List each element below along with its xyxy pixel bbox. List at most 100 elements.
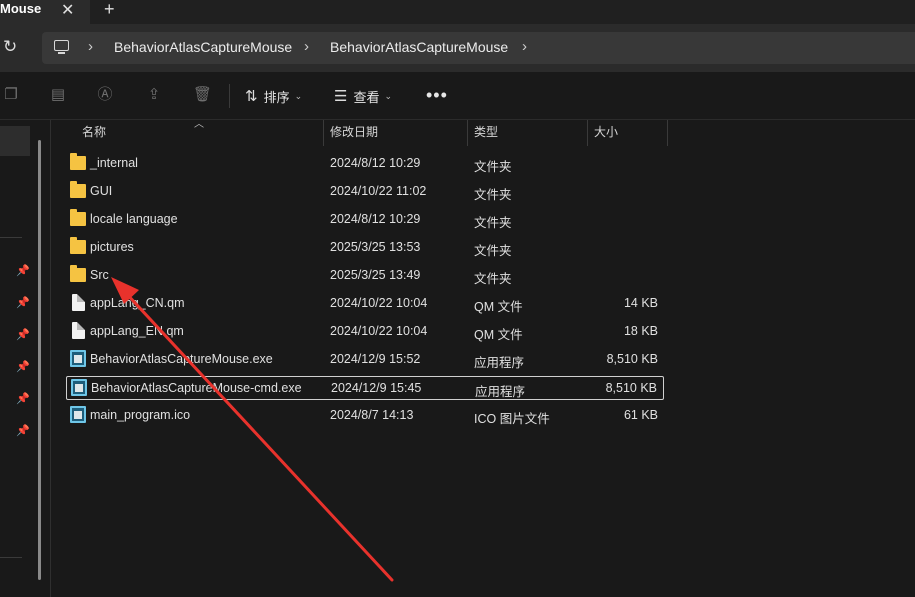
folder-icon [70, 265, 86, 282]
breadcrumb-chevron-icon[interactable]: › [304, 38, 309, 55]
file-name: BehaviorAtlasCaptureMouse.exe [90, 352, 273, 366]
table-row[interactable]: BehaviorAtlasCaptureMouse.exe 2024/12/9 1… [66, 348, 664, 372]
file-name: _internal [90, 156, 138, 170]
folder-icon [70, 237, 86, 254]
file-size: 61 KB [623, 408, 658, 422]
copy-icon[interactable]: ❐ [2, 86, 20, 104]
pin-icon[interactable]: 📌 [16, 264, 30, 277]
column-divider[interactable] [667, 120, 668, 146]
file-size: 8,510 KB [606, 352, 658, 366]
file-modified: 2024/10/22 11:02 [330, 184, 427, 198]
breadcrumb-chevron-icon[interactable]: › [522, 38, 527, 55]
address-row: ↻ › BehaviorAtlasCaptureMouse › Behavior… [0, 24, 915, 72]
table-row[interactable]: appLang_CN.qm 2024/10/22 10:04 QM 文件 14 KB [66, 292, 664, 316]
column-divider[interactable] [467, 120, 468, 146]
table-row[interactable]: Src 2025/3/25 13:49 文件夹 [66, 264, 664, 288]
sort-icon: ⇅ [245, 88, 258, 105]
sort-label: 排序 [263, 89, 290, 105]
column-divider[interactable] [323, 120, 324, 146]
file-type: 应用程序 [474, 356, 525, 370]
table-row[interactable]: pictures 2025/3/25 13:53 文件夹 [66, 236, 664, 260]
file-name: appLang_CN.qm [90, 296, 185, 310]
column-header-name[interactable]: 名称 [82, 120, 106, 146]
view-button[interactable]: ☰ 查看 ⌄ [334, 86, 392, 106]
table-row[interactable]: main_program.ico 2024/8/7 14:13 ICO 图片文件 61… [66, 404, 664, 428]
file-type: 文件夹 [474, 272, 512, 286]
this-pc-icon[interactable] [54, 40, 69, 54]
file-name: pictures [90, 240, 134, 254]
chevron-down-icon: ⌄ [384, 90, 393, 101]
document-icon [72, 294, 85, 311]
breadcrumb-item[interactable]: BehaviorAtlasCaptureMouse [114, 39, 292, 55]
breadcrumb-item[interactable]: BehaviorAtlasCaptureMouse [330, 39, 508, 55]
application-icon [71, 379, 87, 396]
image-icon [70, 406, 86, 423]
title-bar: Mouse ✕ + [0, 0, 915, 24]
new-tab-icon[interactable]: + [104, 0, 115, 20]
address-bar[interactable]: › BehaviorAtlasCaptureMouse › BehaviorAt… [42, 32, 915, 64]
table-row[interactable]: appLang_EN.qm 2024/10/22 10:04 QM 文件 18 KB [66, 320, 664, 344]
file-modified: 2024/8/7 14:13 [330, 408, 414, 422]
pin-icon[interactable]: 📌 [16, 296, 30, 309]
file-name: BehaviorAtlasCaptureMouse-cmd.exe [91, 381, 302, 395]
folder-icon [70, 209, 86, 226]
column-header-size[interactable]: 大小 [594, 120, 618, 146]
file-type: QM 文件 [474, 328, 523, 342]
sort-button[interactable]: ⇅ 排序 ⌄ [245, 86, 302, 106]
table-row[interactable]: _internal 2024/8/12 10:29 文件夹 [66, 152, 664, 176]
view-icon: ☰ [334, 88, 348, 105]
pin-icon[interactable]: 📌 [16, 328, 30, 341]
view-label: 查看 [353, 89, 380, 105]
file-type: 应用程序 [475, 385, 526, 399]
folder-icon [70, 153, 86, 170]
nav-item-selected[interactable] [0, 126, 30, 156]
column-header-type[interactable]: 类型 [474, 120, 498, 146]
pin-icon[interactable]: 📌 [16, 360, 30, 373]
file-type: 文件夹 [474, 216, 512, 230]
sort-ascending-icon: ︿ [194, 119, 204, 130]
file-name: appLang_EN.qm [90, 324, 184, 338]
file-type: QM 文件 [474, 300, 523, 314]
nav-divider [0, 237, 22, 238]
file-modified: 2024/10/22 10:04 [330, 324, 428, 338]
pane-divider[interactable] [50, 120, 51, 597]
file-name: Src [90, 268, 109, 282]
window-tab[interactable]: Mouse ✕ [0, 0, 90, 24]
application-icon [70, 350, 86, 367]
file-name: GUI [90, 184, 113, 198]
file-modified: 2025/3/25 13:49 [330, 268, 421, 282]
file-size: 18 KB [623, 324, 658, 338]
command-bar: ❐ ▤ Ⓐ ⇪ 🗑 ⇅ 排序 ⌄ ☰ 查看 ⌄ ••• [0, 72, 915, 120]
document-icon [72, 322, 85, 339]
more-options-icon[interactable]: ••• [426, 85, 448, 106]
file-modified: 2024/8/12 10:29 [330, 156, 421, 170]
file-size: 14 KB [623, 296, 658, 310]
file-modified: 2024/8/12 10:29 [330, 212, 421, 226]
folder-icon [70, 181, 86, 198]
column-header-modified[interactable]: 修改日期 [330, 120, 378, 146]
nav-scrollbar[interactable] [38, 140, 41, 580]
table-row[interactable]: GUI 2024/10/22 11:02 文件夹 [66, 180, 664, 204]
share-icon[interactable]: ⇪ [145, 86, 163, 104]
rename-icon[interactable]: Ⓐ [96, 86, 114, 104]
file-size: 8,510 KB [605, 381, 657, 395]
file-modified: 2025/3/25 13:53 [330, 240, 421, 254]
paste-icon[interactable]: ▤ [49, 86, 67, 104]
pin-icon[interactable]: 📌 [16, 424, 30, 437]
table-row[interactable]: BehaviorAtlasCaptureMouse-cmd.exe 2024/12… [66, 376, 664, 400]
nav-divider [0, 557, 22, 558]
refresh-icon[interactable]: ↻ [3, 37, 17, 57]
file-type: ICO 图片文件 [474, 412, 550, 426]
close-tab-icon[interactable]: ✕ [61, 0, 74, 20]
table-row[interactable]: locale language 2024/8/12 10:29 文件夹 [66, 208, 664, 232]
file-type: 文件夹 [474, 160, 512, 174]
file-type: 文件夹 [474, 244, 512, 258]
tab-title: Mouse [0, 1, 42, 16]
column-divider[interactable] [587, 120, 588, 146]
chevron-down-icon: ⌄ [294, 90, 303, 101]
delete-icon[interactable]: 🗑 [193, 86, 212, 104]
file-modified: 2024/10/22 10:04 [330, 296, 428, 310]
pin-icon[interactable]: 📌 [16, 392, 30, 405]
breadcrumb-chevron-icon[interactable]: › [88, 38, 93, 55]
command-divider [229, 84, 230, 108]
